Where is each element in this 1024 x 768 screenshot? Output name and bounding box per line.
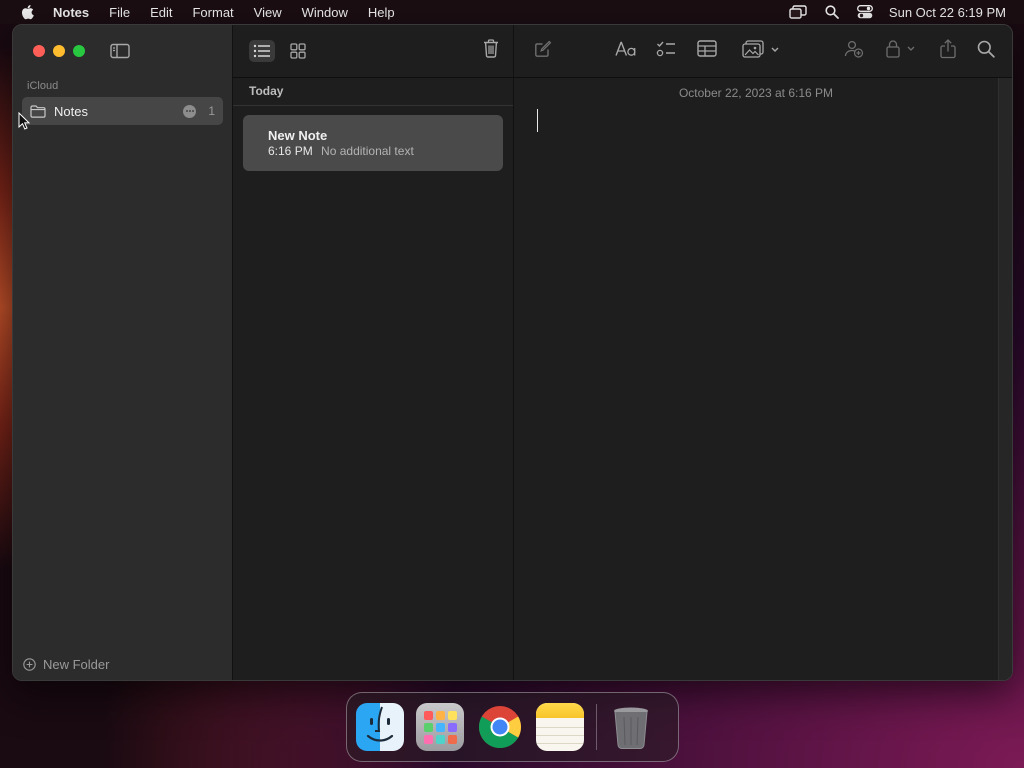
menu-app-name[interactable]: Notes xyxy=(53,5,89,20)
note-list-toolbar xyxy=(233,25,513,78)
media-icon[interactable] xyxy=(742,40,782,58)
chrome-icon[interactable] xyxy=(476,703,524,751)
menu-window[interactable]: Window xyxy=(302,5,348,20)
sidebar-folder-notes[interactable]: Notes 1 xyxy=(22,97,223,125)
mouse-pointer-icon xyxy=(18,112,30,130)
menu-view[interactable]: View xyxy=(254,5,282,20)
notes-window: iCloud Notes 1 New Folder Today New Note… xyxy=(12,24,1013,681)
note-title: New Note xyxy=(268,128,328,143)
screen-mirroring-icon[interactable] xyxy=(789,5,807,19)
note-preview: No additional text xyxy=(321,144,414,158)
folder-icon xyxy=(30,104,46,118)
compose-icon[interactable] xyxy=(534,40,552,58)
gallery-view-icon xyxy=(290,43,306,59)
note-time: 6:16 PM xyxy=(268,144,313,158)
note-date: October 22, 2023 at 6:16 PM xyxy=(678,86,834,100)
dock-separator xyxy=(596,704,597,750)
sidebar-toggle-icon[interactable] xyxy=(110,43,130,64)
dock xyxy=(346,692,679,762)
lock-icon[interactable] xyxy=(886,40,920,58)
new-folder-label: New Folder xyxy=(43,657,110,672)
trash-bin-icon[interactable] xyxy=(607,703,655,751)
add-circle-icon xyxy=(23,658,36,671)
launchpad-icon[interactable] xyxy=(416,703,464,751)
note-meta: 6:16 PM No additional text xyxy=(268,144,414,158)
group-divider xyxy=(233,105,513,106)
menu-format[interactable]: Format xyxy=(192,5,233,20)
notes-app-icon[interactable] xyxy=(536,703,584,751)
checklist-icon[interactable] xyxy=(656,40,676,58)
minimize-window-button[interactable] xyxy=(53,45,65,57)
window-controls xyxy=(33,45,93,57)
note-list-pane: Today New Note 6:16 PM No additional tex… xyxy=(233,25,514,680)
table-icon[interactable] xyxy=(697,40,717,57)
menubar-status-area: Sun Oct 22 6:19 PM xyxy=(771,0,1006,24)
control-center-icon[interactable] xyxy=(856,5,873,19)
trash-icon xyxy=(484,39,498,58)
gallery-view-button[interactable] xyxy=(287,40,309,62)
new-folder-button[interactable]: New Folder xyxy=(23,657,109,672)
folders-sidebar: iCloud Notes 1 New Folder xyxy=(13,25,233,680)
menu-edit[interactable]: Edit xyxy=(150,5,172,20)
menu-help[interactable]: Help xyxy=(368,5,395,20)
text-format-icon[interactable] xyxy=(615,41,637,57)
apple-menu-icon[interactable] xyxy=(20,4,34,20)
delete-note-button[interactable] xyxy=(483,39,499,63)
share-icon[interactable] xyxy=(939,39,957,59)
folder-label: Notes xyxy=(54,103,88,119)
spotlight-search-icon[interactable] xyxy=(825,5,839,19)
menubar-clock[interactable]: Sun Oct 22 6:19 PM xyxy=(889,5,1006,20)
finder-icon[interactable] xyxy=(356,703,404,751)
zoom-window-button[interactable] xyxy=(73,45,85,57)
menu-file[interactable]: File xyxy=(109,5,130,20)
collaborate-icon[interactable] xyxy=(844,40,864,58)
section-label-icloud: iCloud xyxy=(27,80,59,92)
more-options-icon[interactable] xyxy=(183,104,197,118)
search-icon[interactable] xyxy=(977,40,995,58)
folder-note-count: 1 xyxy=(208,104,215,118)
close-window-button[interactable] xyxy=(33,45,45,57)
note-list-item[interactable]: New Note 6:16 PM No additional text xyxy=(243,115,503,171)
menu-bar: Notes File Edit Format View Window Help … xyxy=(0,0,1024,24)
text-caret[interactable] xyxy=(537,109,538,132)
editor-toolbar xyxy=(514,25,1012,78)
note-group-header: Today xyxy=(249,84,284,98)
list-view-icon xyxy=(253,44,270,58)
list-view-button[interactable] xyxy=(249,40,275,62)
editor-scrollbar[interactable] xyxy=(998,78,1012,680)
note-editor-pane: October 22, 2023 at 6:16 PM xyxy=(514,25,1012,680)
